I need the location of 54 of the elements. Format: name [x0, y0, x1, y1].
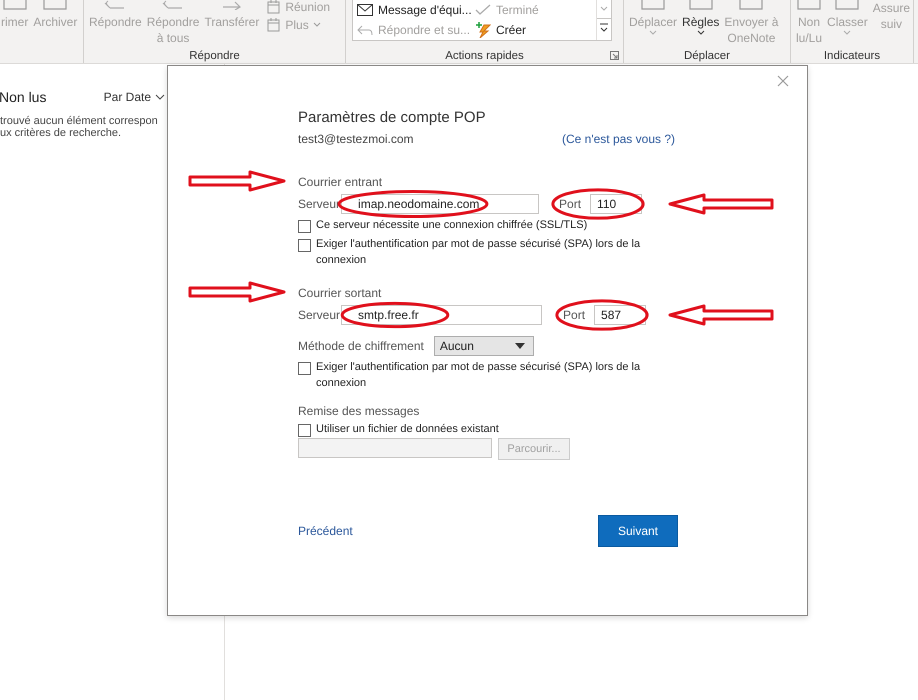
calendar-icon — [267, 18, 282, 32]
ribbon-button[interactable]: Règles — [681, 0, 720, 36]
section-heading: Remise des messages — [298, 404, 420, 418]
envelope-icon — [357, 4, 373, 16]
section-heading: Courrier sortant — [298, 286, 382, 300]
box-icon — [2, 0, 28, 10]
empty-list-message: trouvé aucun élément correspon — [0, 115, 158, 127]
quick-step[interactable]: Message d'équi... — [357, 0, 475, 20]
box-icon — [688, 0, 714, 10]
sort-dropdown[interactable]: Par Date — [104, 90, 165, 104]
server-label: Serveur — [298, 197, 340, 211]
ribbon-group-label: Répondre — [189, 49, 240, 63]
checkbox[interactable] — [298, 362, 311, 375]
checkbox-label: Exiger l'authentification par mot de passe sécurisé (SPA) lors de la connexion — [316, 237, 642, 268]
checkbox[interactable] — [298, 220, 311, 233]
ribbon-group-label: Actions rapides — [445, 49, 524, 63]
checkbox-label: Utiliser un fichier de données existant — [316, 422, 500, 437]
section-heading: Courrier entrant — [298, 175, 382, 189]
box-icon — [738, 0, 764, 10]
filter-label[interactable]: Non lus — [0, 89, 46, 105]
encryption-dropdown[interactable]: Aucun — [434, 336, 534, 356]
encryption-label: Méthode de chiffrement — [298, 339, 424, 353]
lightning-plus-icon — [475, 22, 491, 38]
port-label: Port — [563, 308, 586, 322]
chevron-down-icon — [155, 94, 165, 100]
checkbox[interactable] — [298, 424, 311, 437]
checkbox[interactable] — [298, 239, 311, 252]
ribbon-group-label: Indicateurs — [824, 49, 880, 63]
box-icon — [796, 0, 822, 10]
dialog-title: Paramètres de compte POP — [298, 108, 487, 128]
port-label: Port — [559, 197, 582, 211]
not-you-link[interactable]: (Ce n'est pas vous ?) — [562, 131, 675, 147]
reply-arrow-icon — [357, 24, 373, 36]
file-path-field[interactable] — [298, 438, 492, 458]
calendar-icon — [267, 0, 282, 14]
box-icon — [42, 0, 68, 10]
close-icon — [777, 75, 789, 87]
checkmark-icon — [475, 4, 491, 16]
box-icon — [834, 0, 860, 10]
checkbox-label: Ce serveur nécessite une connexion chiffrée (SSL/TLS) — [316, 218, 588, 233]
quick-step[interactable]: Créer — [475, 20, 596, 40]
back-link[interactable]: Précédent — [298, 524, 353, 538]
next-button[interactable]: Suivant — [598, 515, 678, 547]
checkbox-label: Exiger l'authentification par mot de passe sécurisé (SPA) lors de la connexion — [316, 360, 642, 391]
dialog-launcher-icon[interactable] — [610, 51, 619, 60]
close-button[interactable] — [777, 75, 791, 89]
box-icon — [640, 0, 666, 10]
empty-list-message: ux critères de recherche. — [0, 127, 122, 139]
caret-icon — [514, 343, 525, 349]
ribbon-group-label: Déplacer — [684, 49, 730, 63]
server-label: Serveur — [298, 308, 340, 322]
port-field[interactable]: 587 — [594, 305, 646, 325]
account-email: test3@testezmoi.com — [298, 131, 414, 147]
port-field[interactable]: 110 — [590, 194, 642, 214]
